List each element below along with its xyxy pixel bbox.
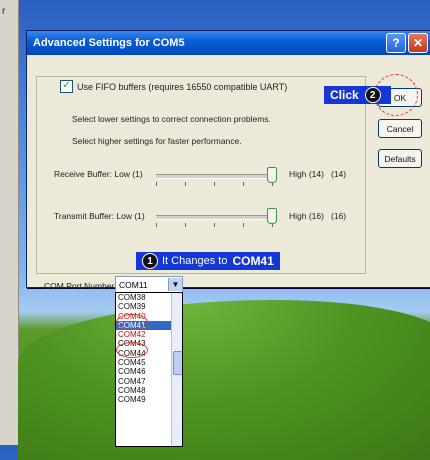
transmit-label: Transmit Buffer: Low (1) [54, 211, 145, 221]
left-mark: r [2, 6, 6, 17]
receive-track [156, 174, 274, 179]
red-annotation-mark [116, 342, 148, 358]
hint-higher: Select higher settings for faster perfor… [72, 136, 242, 146]
receive-high: High (14) [289, 169, 324, 179]
receive-low: Low (1) [114, 169, 143, 179]
transmit-track [156, 215, 274, 220]
transmit-low: Low (1) [116, 211, 145, 221]
com-port-combobox[interactable]: COM11 ▼ [115, 276, 183, 293]
fifo-label: Use FIFO buffers (requires 16550 compati… [77, 81, 288, 92]
cancel-button[interactable]: Cancel [378, 119, 422, 138]
window-title: Advanced Settings for COM5 [33, 37, 185, 49]
receive-ticks [156, 182, 274, 187]
fifo-row[interactable]: ✓ Use FIFO buffers (requires 16550 compa… [60, 80, 291, 93]
change-callout: 1 It Changes to COM41 [136, 252, 280, 270]
left-strip: r [0, 0, 19, 445]
title-bar[interactable]: Advanced Settings for COM5 ? ✕ [27, 31, 430, 55]
receive-value: (14) [331, 169, 347, 179]
click-callout: Click 2 [324, 86, 391, 104]
help-button[interactable]: ? [386, 33, 406, 53]
transmit-slider-thumb[interactable] [267, 208, 277, 224]
hint-lower: Select lower settings to correct connect… [72, 114, 271, 124]
callout-number-2: 2 [364, 87, 381, 103]
chevron-down-icon[interactable]: ▼ [168, 278, 182, 291]
transmit-ticks [156, 223, 274, 228]
receive-slider-thumb[interactable] [267, 167, 277, 183]
com-port-value: COM11 [119, 279, 148, 290]
desktop-hill [18, 300, 430, 460]
defaults-button[interactable]: Defaults [378, 149, 422, 168]
change-callout-target: COM41 [232, 254, 274, 268]
transmit-value: (16) [331, 211, 347, 221]
close-button[interactable]: ✕ [408, 33, 428, 53]
change-callout-text: It Changes to [162, 255, 228, 267]
transmit-high: High (16) [289, 211, 324, 221]
fifo-checkbox[interactable]: ✓ [60, 80, 73, 93]
callout-number-1: 1 [142, 253, 158, 269]
com-port-label: COM Port Number: [44, 281, 117, 291]
scrollbar-thumb[interactable] [173, 351, 182, 375]
receive-label: Receive Buffer: Low (1) [54, 169, 143, 179]
red-annotation-mark [116, 314, 148, 330]
click-callout-text: Click [330, 88, 359, 102]
dropdown-scrollbar[interactable] [171, 293, 182, 446]
